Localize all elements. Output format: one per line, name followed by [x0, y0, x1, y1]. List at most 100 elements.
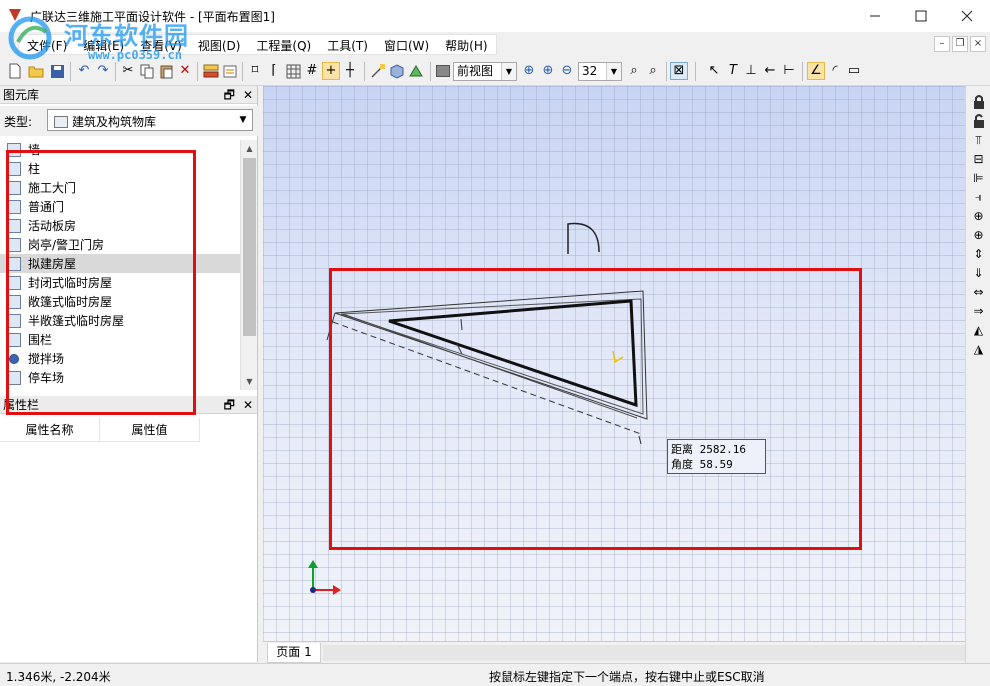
library-scrollbar[interactable]: ▲ ▼ — [240, 140, 257, 390]
maximize-button[interactable] — [898, 0, 944, 32]
menu-file[interactable]: 文件(F) — [19, 35, 75, 54]
close-icon[interactable]: ✕ — [243, 86, 253, 104]
cross-button[interactable]: ┼ — [341, 62, 359, 80]
library-list: 墙 柱 施工大门 普通门 活动板房 岗亭/警卫门房 拟建房屋 封闭式临时房屋 敞… — [0, 140, 240, 390]
list-item-construction-gate[interactable]: 施工大门 — [0, 178, 240, 197]
mdi-restore-button[interactable]: ❐ — [952, 36, 968, 52]
close-icon[interactable]: ✕ — [243, 396, 253, 414]
list-item-column[interactable]: 柱 — [0, 159, 240, 178]
menu-help[interactable]: 帮助(H) — [437, 35, 495, 54]
list-item-parking-lot[interactable]: 停车场 — [0, 368, 240, 387]
zoom-in-button[interactable]: ⊕ — [539, 62, 557, 80]
paste-button[interactable] — [157, 62, 175, 80]
status-bar: 1.346米, -2.204米 按鼠标左键指定下一个端点，按右键中止或ESC取消 — [0, 663, 990, 686]
lock-button[interactable] — [970, 94, 987, 110]
open-file-button[interactable] — [27, 62, 45, 80]
text-button[interactable]: T — [724, 62, 742, 80]
align-left-button[interactable]: ⊫ — [970, 170, 987, 186]
scroll-up-icon[interactable]: ▲ — [241, 140, 258, 157]
align-vcenter-button[interactable]: ⊕ — [970, 208, 987, 224]
leader-button[interactable]: ⊥ — [742, 62, 760, 80]
menu-edit[interactable]: 编辑(E) — [75, 35, 132, 54]
view-select-value: 前视图 — [457, 64, 494, 78]
zoom-all-button[interactable]: ⌕ — [644, 62, 662, 80]
view-select[interactable]: 前视图 ▼ — [453, 62, 517, 81]
redo-icon: ↷ — [97, 63, 109, 78]
dimension-button[interactable]: ⊢ — [780, 62, 798, 80]
crosshair-button[interactable]: + — [322, 62, 340, 80]
fit-view-button[interactable]: ⊠ — [670, 62, 688, 80]
distribute-h-button[interactable]: ⇔ — [970, 284, 987, 300]
view-mode-icon-button[interactable] — [436, 62, 454, 80]
box-3d-button[interactable] — [388, 62, 406, 80]
close-button[interactable] — [944, 0, 990, 32]
unlock-button[interactable] — [970, 113, 987, 129]
cut-button[interactable]: ✂ — [119, 62, 137, 80]
scroll-down-icon[interactable]: ▼ — [241, 373, 258, 390]
list-item-prefab-house[interactable]: 活动板房 — [0, 216, 240, 235]
crosshair-icon: + — [325, 63, 337, 78]
pin-icon[interactable]: 🗗 — [224, 396, 235, 414]
delete-button[interactable]: ✕ — [176, 62, 194, 80]
list-item-closed-temp-house[interactable]: 封闭式临时房屋 — [0, 273, 240, 292]
horizontal-scroll-area[interactable] — [323, 645, 965, 661]
zoom-extents-button[interactable]: ⌕ — [625, 62, 643, 80]
property-panel: 属性栏 🗗 ✕ 属性名称 属性值 — [0, 396, 258, 662]
list-item-guard-house[interactable]: 岗亭/警卫门房 — [0, 235, 240, 254]
polyline-button[interactable]: ∠ — [807, 62, 825, 80]
save-button[interactable] — [48, 62, 66, 80]
rectangle-button[interactable]: ▭ — [845, 62, 863, 80]
new-file-button[interactable] — [6, 62, 24, 80]
menu-window[interactable]: 窗口(W) — [376, 35, 437, 54]
list-item-fence[interactable]: 围栏 — [0, 330, 240, 349]
snap-line-button[interactable]: ⌈ — [265, 62, 283, 80]
arrow-button[interactable]: ← — [761, 62, 779, 80]
grid-button[interactable] — [284, 62, 302, 80]
terrain-button[interactable] — [407, 62, 425, 80]
align-hcenter-button[interactable]: ⊕ — [970, 227, 987, 243]
minimize-button[interactable] — [852, 0, 898, 32]
mirror-button[interactable]: ◭ — [970, 322, 987, 338]
distribute-v-button[interactable]: ⇕ — [970, 246, 987, 262]
align-top-button[interactable]: ⫪ — [970, 132, 987, 148]
menu-list: 文件(F) 编辑(E) 查看(V) 视图(D) 工程量(Q) 工具(T) 窗口(… — [18, 34, 497, 55]
drawing-canvas[interactable]: 距离 2582.16 角度 58.59 — [263, 86, 965, 641]
undo-button[interactable]: ↶ — [75, 62, 93, 80]
type-select[interactable]: 建筑及构筑物库 ▼ — [47, 109, 253, 131]
arc-button[interactable]: ◜ — [826, 62, 844, 80]
zoom-out-button[interactable]: ⊖ — [558, 62, 576, 80]
scroll-thumb[interactable] — [243, 158, 256, 336]
align-right-button[interactable]: ⫣ — [970, 189, 987, 205]
zoom-window-button[interactable]: ⊕ — [520, 62, 538, 80]
distribute-v2-button[interactable]: ⇓ — [970, 265, 987, 281]
draw-line-button[interactable] — [369, 62, 387, 80]
mdi-minimize-button[interactable]: – — [934, 36, 950, 52]
tab-page-1[interactable]: 页面 1 — [267, 643, 321, 663]
copy-button[interactable] — [138, 62, 156, 80]
list-item-label: 半敞篷式临时房屋 — [28, 314, 125, 328]
redo-button[interactable]: ↷ — [94, 62, 112, 80]
list-item-semi-open-temp-house[interactable]: 半敞篷式临时房屋 — [0, 311, 240, 330]
delete-x-icon: ✕ — [179, 63, 191, 78]
list-item-planned-building[interactable]: 拟建房屋 — [0, 254, 240, 273]
mdi-close-button[interactable]: × — [970, 36, 986, 52]
distribute-h2-button[interactable]: ⇒ — [970, 303, 987, 319]
menu-display[interactable]: 视图(D) — [190, 35, 249, 54]
list-item-open-temp-house[interactable]: 敞篷式临时房屋 — [0, 292, 240, 311]
menu-view[interactable]: 查看(V) — [132, 35, 190, 54]
properties-button[interactable] — [221, 62, 239, 80]
layer-button[interactable] — [202, 62, 220, 80]
select-button[interactable]: ↖ — [705, 62, 723, 80]
list-item-mixing-yard[interactable]: 搅拌场 — [0, 349, 240, 368]
list-item-wall[interactable]: 墙 — [0, 140, 240, 159]
draw-line-icon — [371, 64, 385, 78]
zoom-select[interactable]: 32 ▼ — [578, 62, 622, 81]
snap-point-button[interactable]: ⌑ — [246, 62, 264, 80]
flip-button[interactable]: ◮ — [970, 341, 987, 357]
menu-tools[interactable]: 工具(T) — [319, 35, 376, 54]
pin-icon[interactable]: 🗗 — [224, 86, 235, 104]
align-center-h-button[interactable]: ⊟ — [970, 151, 987, 167]
list-item-door[interactable]: 普通门 — [0, 197, 240, 216]
ortho-button[interactable]: # — [303, 62, 321, 80]
menu-quantity[interactable]: 工程量(Q) — [248, 35, 319, 54]
